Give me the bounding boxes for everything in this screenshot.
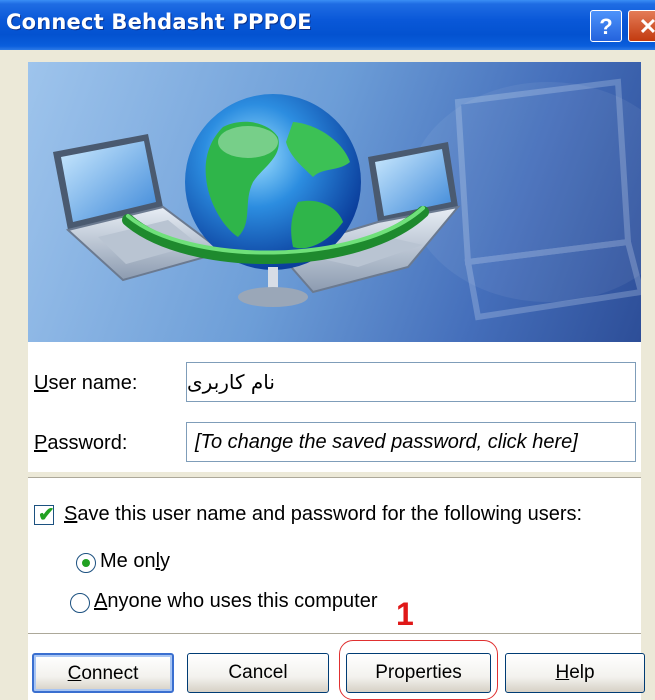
question-icon: ? bbox=[599, 14, 613, 39]
cancel-button[interactable]: Cancel bbox=[187, 653, 329, 693]
save-credentials-label: Save this user name and password for the… bbox=[64, 503, 583, 525]
connect-button[interactable]: Connect bbox=[32, 653, 174, 693]
username-label: User name: bbox=[34, 372, 138, 394]
divider bbox=[28, 633, 641, 635]
save-credentials-checkbox[interactable]: ✔ bbox=[34, 504, 55, 526]
network-banner bbox=[28, 62, 641, 342]
banner-art bbox=[53, 78, 641, 321]
password-label: Password: bbox=[34, 432, 128, 454]
password-field[interactable]: [To change the saved password, click her… bbox=[186, 422, 636, 462]
radio-anyone[interactable] bbox=[70, 593, 90, 613]
close-button[interactable]: ✕ bbox=[628, 10, 655, 42]
window-title: Connect Behdasht PPPOE bbox=[6, 10, 312, 34]
connect-dialog: Connect Behdasht PPPOE ? ✕ User name: نا… bbox=[0, 0, 655, 700]
help-button[interactable]: Help bbox=[505, 653, 645, 693]
radio-me-only-label: Me only bbox=[100, 550, 171, 572]
close-icon: ✕ bbox=[638, 14, 655, 39]
help-title-button[interactable]: ? bbox=[590, 10, 622, 42]
annotation-highlight bbox=[339, 640, 498, 700]
radio-me-only[interactable] bbox=[76, 553, 96, 573]
checkmark-icon: ✔ bbox=[38, 504, 55, 526]
radio-anyone-label: Anyone who uses this computer bbox=[94, 590, 378, 612]
username-field[interactable]: نام کاربری bbox=[186, 362, 636, 402]
radio-selected-dot bbox=[82, 559, 90, 567]
title-bar[interactable]: Connect Behdasht PPPOE ? ✕ bbox=[0, 0, 655, 50]
annotation-number: 1 bbox=[396, 596, 414, 632]
